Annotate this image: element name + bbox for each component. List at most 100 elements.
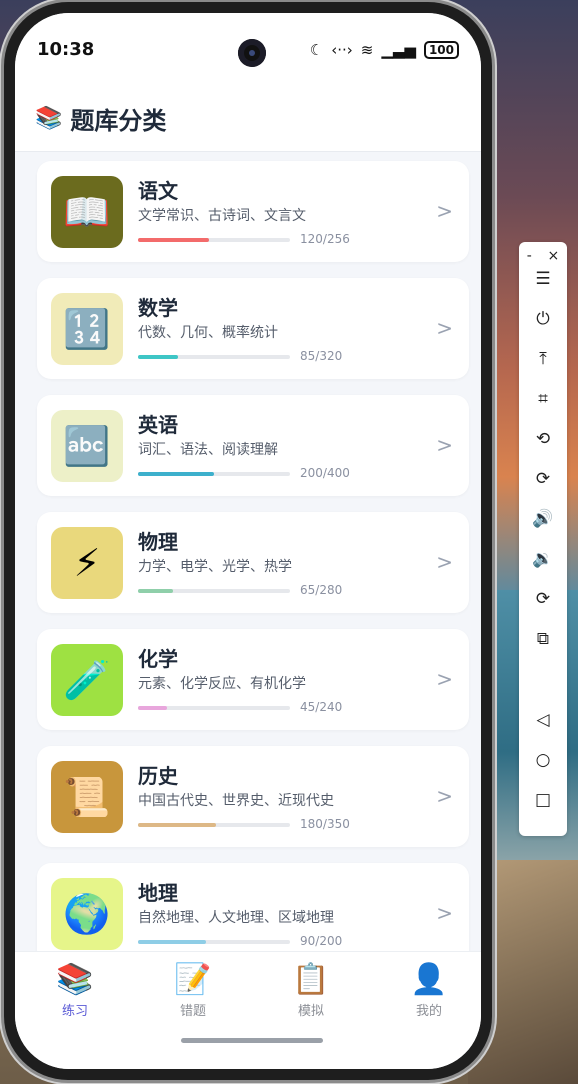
subject-desc: 自然地理、人文地理、区域地理 [138, 910, 334, 926]
subject-name: 物理 [138, 530, 178, 554]
subject-card[interactable]: 🌍 地理 自然地理、人文地理、区域地理 90/200 > [37, 863, 469, 964]
screen-mirror-icon[interactable]: ⧉ [519, 624, 567, 654]
menu-icon[interactable]: ☰ [519, 264, 567, 294]
subject-card[interactable]: 🧪 化学 元素、化学反应、有机化学 45/240 > [37, 629, 469, 730]
chevron-right-icon: > [436, 316, 453, 340]
subject-desc: 力学、电学、光学、热学 [138, 559, 292, 575]
subject-name: 数学 [138, 296, 178, 320]
nav-icon: 📚 [56, 962, 94, 997]
progress-count: 85/320 [300, 349, 343, 363]
chevron-right-icon: > [436, 784, 453, 808]
power-icon[interactable]: ⏻ [519, 304, 567, 334]
subject-name: 英语 [138, 413, 178, 437]
progress-count: 90/200 [300, 934, 343, 948]
subject-card[interactable]: ⚡ 物理 力学、电学、光学、热学 65/280 > [37, 512, 469, 613]
nav-item[interactable]: 📚 练习 [30, 962, 120, 1019]
progress-count: 65/280 [300, 583, 343, 597]
signal-icon: ▁▃▅ [381, 41, 416, 59]
toolbar-window-controls: - × [519, 248, 567, 264]
chevron-right-icon: > [436, 433, 453, 457]
subject-desc: 文学常识、古诗词、文言文 [138, 208, 306, 224]
nav-item[interactable]: 📝 错题 [148, 962, 238, 1019]
progress-track [138, 706, 290, 710]
progress-fill [138, 706, 167, 710]
close-icon[interactable]: × [547, 248, 559, 264]
progress-track [138, 355, 290, 359]
wifi-icon: ≋ [360, 41, 374, 59]
rotate-right-icon[interactable]: ⟳ [519, 464, 567, 494]
nav-item[interactable]: 👤 我的 [384, 962, 474, 1019]
nav-item[interactable]: 📋 模拟 [266, 962, 356, 1019]
home-indicator[interactable] [181, 1038, 323, 1043]
chevron-right-icon: > [436, 901, 453, 925]
volume-up-icon[interactable]: 🔊 [519, 504, 567, 534]
progress-track [138, 823, 290, 827]
subject-icon: 🔤 [51, 410, 123, 482]
progress-track [138, 238, 290, 242]
progress-track [138, 589, 290, 593]
subject-icon: ⚡ [51, 527, 123, 599]
subject-icon: 📖 [51, 176, 123, 248]
front-camera [238, 39, 266, 67]
volume-down-icon[interactable]: 🔉 [519, 544, 567, 574]
subject-card[interactable]: 📜 历史 中国古代史、世界史、近现代史 180/350 > [37, 746, 469, 847]
progress-fill [138, 238, 210, 242]
pin-top-icon[interactable]: ⤒ [519, 344, 567, 374]
subject-name: 语文 [138, 179, 178, 203]
nav-icon: 👤 [410, 962, 448, 997]
status-time: 10:38 [37, 39, 95, 60]
progress-fill [138, 589, 174, 593]
chevron-right-icon: > [436, 550, 453, 574]
progress-track [138, 940, 290, 944]
nav-label: 错题 [179, 1004, 206, 1019]
phone-screen: 10:38 ☾ ‹··› ≋ ▁▃▅ 100 📚 题库分类 📖 语文 文学常识、… [15, 13, 481, 1069]
battery-icon: 100 [423, 41, 459, 59]
subject-card[interactable]: 📖 语文 文学常识、古诗词、文言文 120/256 > [37, 161, 469, 262]
page-header: 📚 题库分类 [15, 91, 481, 152]
subject-name: 化学 [138, 647, 178, 671]
subject-desc: 元素、化学反应、有机化学 [138, 676, 306, 692]
subject-card[interactable]: 🔢 数学 代数、几何、概率统计 85/320 > [37, 278, 469, 379]
subject-icon: 🌍 [51, 878, 123, 950]
progress-count: 120/256 [300, 232, 350, 246]
subject-icon: 🔢 [51, 293, 123, 365]
nav-label: 我的 [415, 1004, 442, 1019]
status-bar: 10:38 ☾ ‹··› ≋ ▁▃▅ 100 [15, 13, 481, 91]
page-title: 📚 题库分类 [35, 101, 166, 136]
subject-icon: 📜 [51, 761, 123, 833]
progress-count: 200/400 [300, 466, 350, 480]
minimize-icon[interactable]: - [527, 248, 532, 264]
rotate-left-icon[interactable]: ⟲ [519, 424, 567, 454]
rotate-device-icon[interactable]: ⟳ [519, 584, 567, 614]
status-icons: ☾ ‹··› ≋ ▁▃▅ 100 [310, 41, 459, 59]
subject-desc: 词汇、语法、阅读理解 [138, 442, 278, 458]
home-icon[interactable]: ○ [519, 745, 567, 775]
nav-icon: 📝 [174, 962, 212, 997]
nav-label: 模拟 [297, 1004, 324, 1019]
progress-count: 180/350 [300, 817, 350, 831]
back-icon[interactable]: ◁ [519, 705, 567, 735]
phone-frame: 10:38 ☾ ‹··› ≋ ▁▃▅ 100 📚 题库分类 📖 语文 文学常识、… [4, 2, 492, 1080]
crop-icon[interactable]: ⌗ [519, 384, 567, 414]
subject-desc: 中国古代史、世界史、近现代史 [138, 793, 334, 809]
nav-icon: 📋 [292, 962, 330, 997]
progress-track [138, 472, 290, 476]
page-title-text: 题库分类 [70, 107, 167, 135]
progress-fill [138, 823, 217, 827]
code-icon: ‹··› [331, 41, 353, 59]
bottom-nav: 📚 练习 📝 错题 📋 模拟 👤 我的 [15, 951, 481, 1069]
progress-fill [138, 940, 207, 944]
chevron-right-icon: > [436, 667, 453, 691]
recents-icon[interactable]: □ [519, 785, 567, 815]
progress-fill [138, 472, 214, 476]
nav-label: 练习 [61, 1004, 88, 1019]
subject-list: 📖 语文 文学常识、古诗词、文言文 120/256 > 🔢 数学 代数、几何、概… [37, 161, 469, 980]
books-icon: 📚 [35, 106, 63, 131]
progress-count: 45/240 [300, 700, 343, 714]
subject-name: 地理 [138, 881, 178, 905]
subject-icon: 🧪 [51, 644, 123, 716]
progress-fill [138, 355, 179, 359]
moon-icon: ☾ [309, 41, 324, 59]
chevron-right-icon: > [436, 199, 453, 223]
subject-card[interactable]: 🔤 英语 词汇、语法、阅读理解 200/400 > [37, 395, 469, 496]
